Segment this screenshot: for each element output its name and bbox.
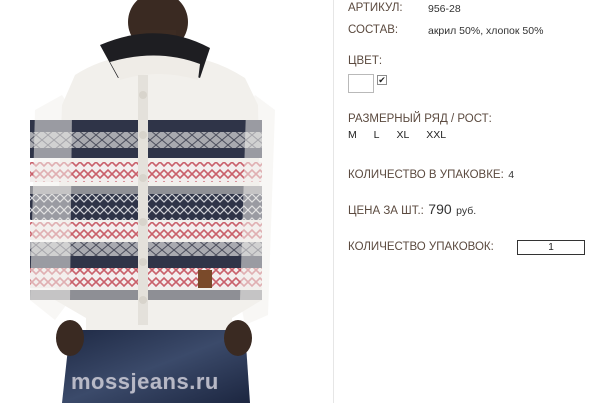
color-label: ЦВЕТ: <box>348 55 383 67</box>
sweater-image <box>30 0 275 403</box>
price-label: ЦЕНА ЗА ШТ.: <box>348 205 424 217</box>
pack-qty-label: КОЛИЧЕСТВО В УПАКОВКЕ: <box>348 169 504 181</box>
watermark: mossjeans.ru <box>71 369 219 394</box>
packs-quantity-input[interactable] <box>517 240 585 255</box>
pack-qty-value: 4 <box>508 169 515 181</box>
size-item: M <box>348 129 357 141</box>
price-row: ЦЕНА ЗА ШТ.: 790 руб. <box>348 201 476 219</box>
article-label: АРТИКУЛ: <box>348 2 403 14</box>
size-item: XXL <box>426 129 447 141</box>
composition-label: СОСТАВ: <box>348 24 399 36</box>
pack-qty-row: КОЛИЧЕСТВО В УПАКОВКЕ: 4 <box>348 165 514 183</box>
size-item: L <box>373 129 380 141</box>
price-value: 790 <box>428 201 452 217</box>
composition-value: акрил 50%, хлопок 50% <box>428 25 544 37</box>
sizes-label: РАЗМЕРНЫЙ РЯД / РОСТ: <box>348 113 492 125</box>
color-checkbox[interactable]: ✔ <box>377 75 387 85</box>
price-unit: руб. <box>456 205 477 217</box>
size-item: XL <box>396 129 410 141</box>
product-photo[interactable]: mossjeans.ru <box>0 0 334 403</box>
color-swatch[interactable] <box>348 74 374 93</box>
size-list: M L XL XXL <box>348 129 460 141</box>
article-value: 956-28 <box>428 3 461 15</box>
packs-label: КОЛИЧЕСТВО УПАКОВОК: <box>348 241 494 253</box>
